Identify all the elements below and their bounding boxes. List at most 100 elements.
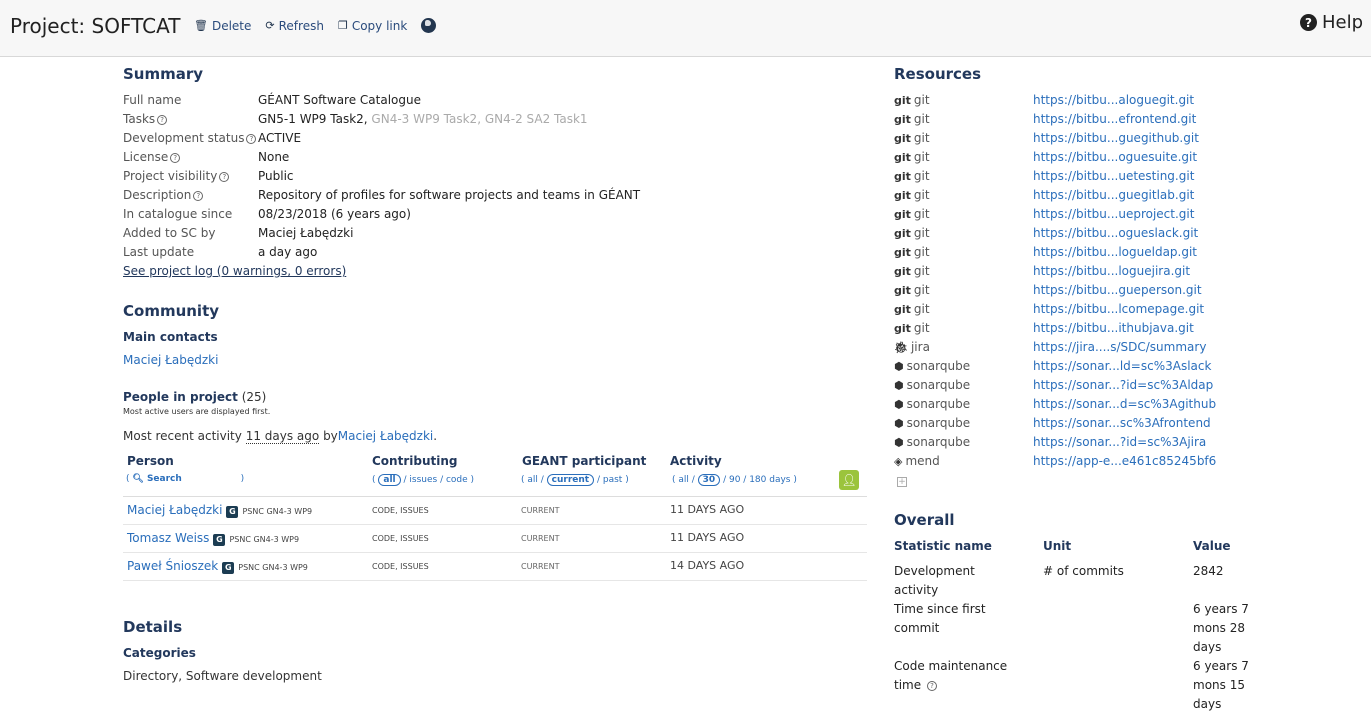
summary-heading: Summary <box>123 65 204 83</box>
stat-col-name: Statistic name <box>894 539 992 553</box>
person-activity: 11 days ago <box>670 503 745 516</box>
git-icon: git <box>894 208 911 221</box>
activity-filter-all[interactable]: all <box>678 475 689 485</box>
git-icon: git <box>894 151 911 164</box>
summary-row: Full name GÉANT Software Catalogue <box>123 93 421 107</box>
geant-filter-current[interactable]: current <box>546 474 595 486</box>
activity-filter-90[interactable]: 90 <box>729 475 740 485</box>
git-icon: git <box>894 189 911 202</box>
resource-link[interactable]: https://bitbu...guegithub.git <box>1033 131 1199 145</box>
help-button[interactable]: ? Help <box>1299 12 1363 33</box>
resource-link[interactable]: https://jira....s/SDC/summary <box>1033 340 1206 354</box>
resource-row: git git https://bitbu...ithubjava.git <box>894 321 1334 340</box>
resource-row: git git https://bitbu...oguesuite.git <box>894 150 1334 169</box>
person-search[interactable]: ( 🔍︎ Search ) <box>126 474 244 484</box>
resource-link[interactable]: https://sonar...d=sc%3Agithub <box>1033 397 1216 411</box>
resource-link[interactable]: https://bitbu...ithubjava.git <box>1033 321 1194 335</box>
stat-unit: # of commits <box>1043 564 1124 578</box>
add-resource-icon[interactable]: + <box>897 477 907 487</box>
copy-link-button[interactable]: ❐ Copy link <box>338 18 407 33</box>
resource-row: ⬢ sonarqube https://sonar...d=sc%3Agithub <box>894 397 1334 416</box>
contrib-filter-issues[interactable]: issues <box>409 475 437 485</box>
geant-filter-all[interactable]: all <box>527 475 538 485</box>
bug-icon: 🐞︎ <box>894 341 908 354</box>
resource-link[interactable]: https://sonar...?id=sc%3Aldap <box>1033 378 1213 392</box>
resource-link[interactable]: https://bitbu...ogueslack.git <box>1033 226 1198 240</box>
cube-icon: ⬢ <box>894 360 904 373</box>
resource-type: mend <box>905 454 940 468</box>
resource-link[interactable]: https://sonar...ld=sc%3Aslack <box>1033 359 1211 373</box>
community-heading: Community <box>123 302 220 320</box>
globe-icon[interactable] <box>421 18 437 33</box>
summary-value-extra: GN4-3 WP9 Task2, GN4-2 SA2 Task1 <box>371 112 588 126</box>
geant-badge-icon: G <box>226 506 239 518</box>
person-link[interactable]: Paweł Śnioszek <box>127 559 218 573</box>
geant-badge-icon: G <box>213 534 226 546</box>
summary-key: Full name <box>123 93 182 107</box>
git-icon: git <box>894 113 911 126</box>
summary-key: Description <box>123 188 192 202</box>
resource-link[interactable]: https://bitbu...efrontend.git <box>1033 112 1196 126</box>
summary-value: GN5-1 WP9 Task2, <box>258 112 368 126</box>
summary-key: Development status <box>123 131 245 145</box>
resource-link[interactable]: https://bitbu...guegitlab.git <box>1033 188 1194 202</box>
help-circle-icon[interactable]: ? <box>926 681 937 691</box>
summary-value: None <box>258 150 290 164</box>
resource-row: git git https://bitbu...logueldap.git <box>894 245 1334 264</box>
resource-type: git <box>913 169 930 183</box>
contrib-filter: ( all / issues / code ) <box>372 474 475 486</box>
activity-filter: ( all / 30 / 90 / 180 days ) <box>672 474 797 486</box>
stat-name: Development activity <box>894 564 975 597</box>
help-circle-icon[interactable]: ? <box>219 172 230 182</box>
help-circle-icon[interactable]: ? <box>246 134 257 144</box>
help-circle-icon[interactable]: ? <box>170 153 181 163</box>
resource-link[interactable]: https://bitbu...oguesuite.git <box>1033 150 1197 164</box>
stat-name: Time since first commit <box>894 602 986 635</box>
summary-key: In catalogue since <box>123 207 233 221</box>
git-icon: git <box>894 94 911 107</box>
person-link[interactable]: Tomasz Weiss <box>127 531 209 545</box>
person-activity: 14 days ago <box>670 559 745 572</box>
resource-link[interactable]: https://bitbu...logueldap.git <box>1033 245 1197 259</box>
git-icon: git <box>894 246 911 259</box>
page-header: Project: SOFTCAT 🗑 Delete ⟳ Refresh ❐ Copy … <box>0 0 1371 57</box>
resource-link[interactable]: https://sonar...sc%3Afrontend <box>1033 416 1211 430</box>
summary-key: Last update <box>123 245 195 259</box>
resource-link[interactable]: https://bitbu...loguejira.git <box>1033 264 1190 278</box>
col-person: Person <box>127 454 174 468</box>
summary-value: Repository of profiles for software proj… <box>258 188 641 202</box>
resource-row: git git https://bitbu...gueperson.git <box>894 283 1334 302</box>
page-title: Project: SOFTCAT <box>10 14 181 38</box>
resource-type: sonarqube <box>906 416 971 430</box>
help-circle-icon[interactable]: ? <box>193 191 204 201</box>
resource-row: git git https://bitbu...ogueslack.git <box>894 226 1334 245</box>
main-contact-link[interactable]: Maciej Łabędzki <box>123 353 218 367</box>
summary-value: ACTIVE <box>258 131 302 145</box>
refresh-button[interactable]: ⟳ Refresh <box>265 18 324 33</box>
resource-link[interactable]: https://bitbu...aloguegit.git <box>1033 93 1194 107</box>
contrib-filter-code[interactable]: code <box>446 475 468 485</box>
resource-link[interactable]: https://bitbu...uetesting.git <box>1033 169 1194 183</box>
resource-type: git <box>913 207 930 221</box>
geant-filter-past[interactable]: past <box>603 475 622 485</box>
resource-type: git <box>913 112 930 126</box>
resource-link[interactable]: https://bitbu...lcomepage.git <box>1033 302 1204 316</box>
activity-filter-180[interactable]: 180 days <box>749 475 790 485</box>
summary-row: Last update a day ago <box>123 245 317 259</box>
resource-link[interactable]: https://app-e...e461c85245bf6 <box>1033 454 1216 468</box>
table-row: Paweł Śnioszek G PSNC GN4-3 WP9 CODE, ISSUE… <box>123 553 867 581</box>
help-circle-icon[interactable]: ? <box>157 115 168 125</box>
resource-link[interactable]: https://sonar...?id=sc%3Ajira <box>1033 435 1206 449</box>
geant-badge-icon: G <box>222 562 235 574</box>
project-log-link[interactable]: See project log (0 warnings, 0 errors) <box>123 264 346 278</box>
resource-row: ⬢ sonarqube https://sonar...?id=sc%3Ajira <box>894 435 1334 454</box>
resource-row: git git https://bitbu...loguejira.git <box>894 264 1334 283</box>
resource-link[interactable]: https://bitbu...ueproject.git <box>1033 207 1194 221</box>
resource-link[interactable]: https://bitbu...gueperson.git <box>1033 283 1202 297</box>
person-link[interactable]: Maciej Łabędzki <box>127 503 222 517</box>
recent-user-link[interactable]: Maciej Łabędzki <box>338 429 433 443</box>
add-user-button[interactable]: 👤︎ <box>839 470 859 490</box>
contrib-filter-all[interactable]: all <box>378 474 401 486</box>
activity-filter-30[interactable]: 30 <box>697 474 721 486</box>
delete-button[interactable]: 🗑 Delete <box>194 18 251 33</box>
